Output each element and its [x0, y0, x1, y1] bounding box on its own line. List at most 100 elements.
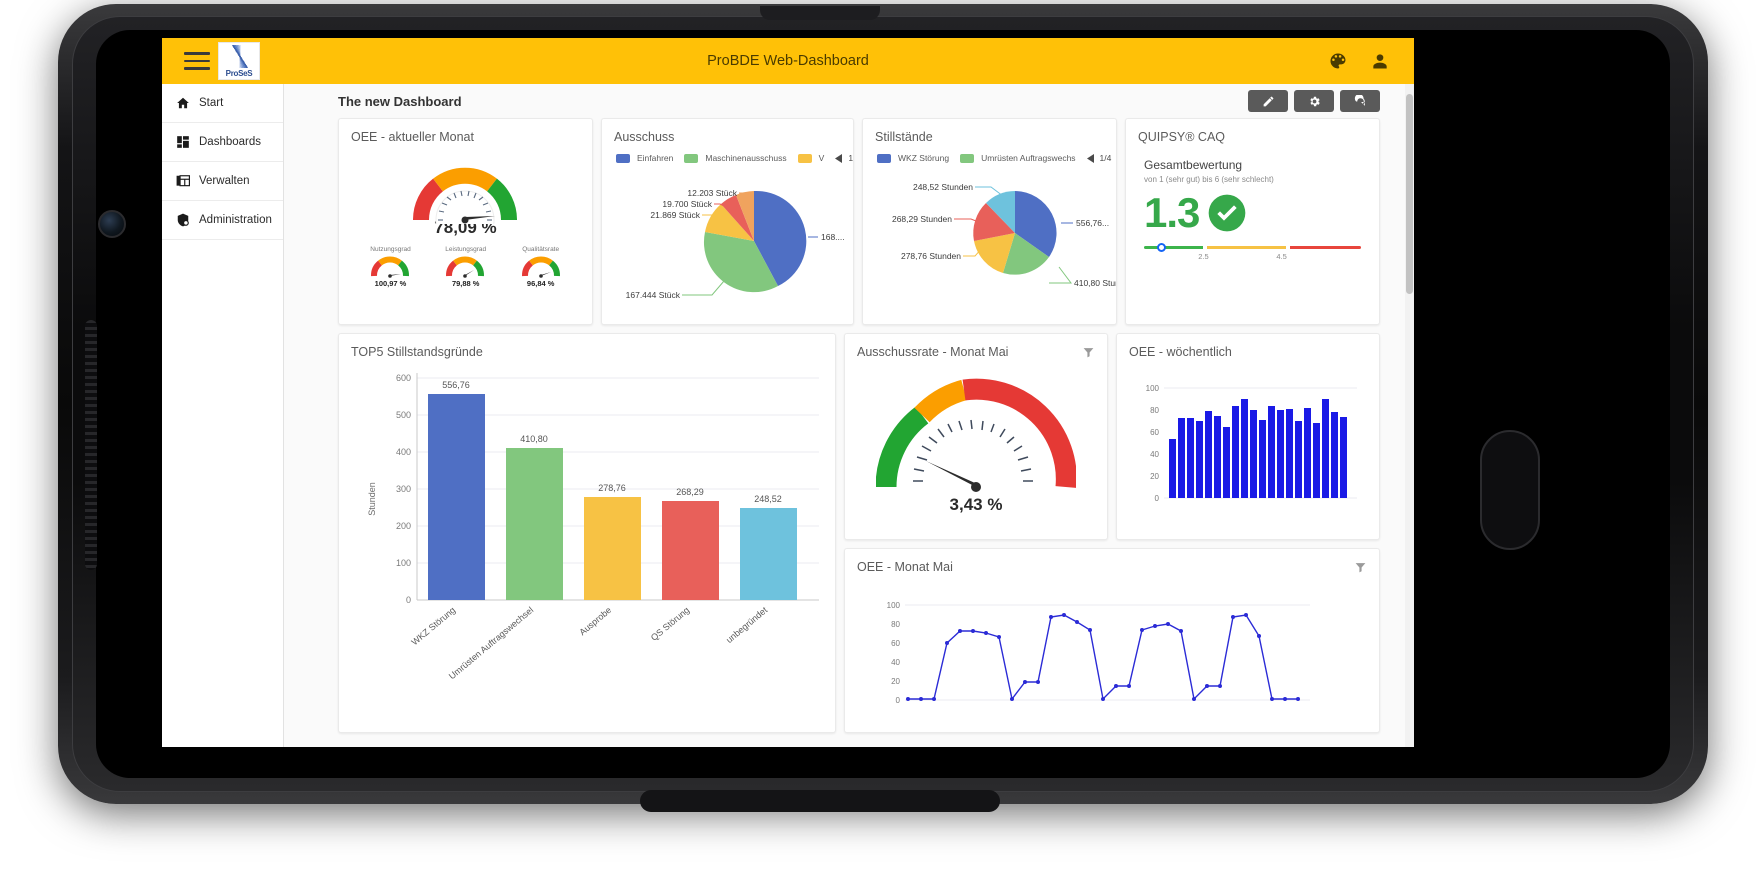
card-ausschuss: Ausschuss Einfahren Maschinenausschuss V [600, 118, 855, 325]
bar [506, 448, 563, 600]
scale-segment-red [1289, 246, 1361, 249]
dashboard-grid-icon [176, 135, 190, 149]
ausschussrate-value: 3,43 % [949, 495, 1003, 514]
dashboard-row-2: TOP5 Stillstandsgründe 600 500 400 300 2… [338, 333, 1380, 733]
subgauge-label: Leistungsgrad [445, 246, 487, 253]
subgauge-value: 96,84 % [526, 279, 555, 288]
sidebar-item-administration[interactable]: Administration [162, 201, 283, 240]
y-tick-label: 40 [1150, 450, 1159, 459]
legend-label: WKZ Störung [898, 153, 950, 163]
bar [740, 508, 797, 600]
bar [1250, 410, 1257, 498]
y-tick-label: 100 [887, 601, 901, 610]
card-title: TOP5 Stillstandsgründe [351, 345, 483, 359]
phone-speaker-grille [85, 320, 97, 570]
sidebar-item-dashboards[interactable]: Dashboards [162, 123, 283, 162]
pie-label: 21.869 Stück [650, 210, 700, 220]
pie-label: 248,52 Stunden [913, 182, 973, 192]
legend-label: V [818, 153, 825, 163]
sidebar-item-verwalten[interactable]: Verwalten [162, 162, 283, 201]
page-indicator: 1/2 [848, 153, 854, 163]
page-title: The new Dashboard [338, 93, 462, 109]
filter-icon[interactable] [1082, 346, 1095, 359]
bar-value-label: 278,76 [598, 483, 626, 493]
subgauge-value: 79,88 % [451, 279, 480, 288]
scrollbar-thumb[interactable] [1406, 94, 1413, 294]
legend-swatch [615, 153, 630, 163]
quipsy-score: 1.3 [1144, 189, 1200, 236]
bar-value-label: 248,52 [754, 494, 782, 504]
hamburger-icon[interactable] [180, 47, 214, 75]
filter-icon[interactable] [1354, 561, 1367, 574]
quipsy-body: Gesamtbewertung von 1 (sehr gut) bis 6 (… [1126, 144, 1379, 264]
phone-home-bar [640, 790, 1000, 812]
settings-button[interactable] [1294, 90, 1334, 112]
bar [1268, 406, 1275, 498]
stillstaende-pie-chart: 248,52 Stunden 268,29 Stunden 278,76 Stu… [863, 163, 1116, 303]
y-tick-label: 300 [396, 484, 411, 494]
logo-fan-graphic [222, 45, 258, 68]
subgauge-value: 100,97 % [374, 279, 407, 288]
y-tick-label: 0 [1155, 494, 1160, 503]
page-indicator: 1/4 [1099, 153, 1112, 163]
refresh-button[interactable] [1340, 90, 1380, 112]
chevron-left-icon[interactable] [1086, 153, 1095, 163]
card-top5: TOP5 Stillstandsgründe 600 500 400 300 2… [338, 333, 836, 733]
sidebar-item-label: Start [199, 97, 224, 109]
bar [1241, 399, 1248, 498]
y-tick-label: 80 [1150, 406, 1159, 415]
ausschussrate-gauge [845, 377, 1107, 493]
phone-right-speaker [1480, 430, 1540, 550]
x-tick-label: QS Störung [649, 605, 691, 643]
bar-value-label: 268,29 [676, 487, 704, 497]
page-header: The new Dashboard [284, 84, 1406, 118]
account-icon[interactable] [1370, 51, 1390, 71]
card-title: Stillstände [875, 130, 933, 144]
stillstaende-pager: 1/4 [1086, 153, 1116, 163]
sidebar-item-start[interactable]: Start [162, 84, 283, 123]
bar [1331, 412, 1338, 498]
pie-label: 168.... [821, 232, 845, 242]
quipsy-heading: Gesamtbewertung [1144, 158, 1243, 172]
subgauge-label: Qualitätsrate [522, 246, 560, 253]
legend-swatch [960, 153, 975, 163]
y-axis-label: Stunden [367, 482, 377, 516]
y-tick-label: 0 [896, 696, 901, 705]
y-tick-label: 60 [891, 639, 900, 648]
sidebar-item-label: Dashboards [199, 136, 262, 148]
bar [1214, 416, 1221, 498]
card-quipsy: QUIPSY® CAQ Gesamtbewertung von 1 (sehr … [1125, 118, 1380, 325]
bar [1304, 408, 1311, 498]
stillstaende-legend: WKZ Störung Umrüsten Auftragswechs 1/4 [863, 144, 1116, 163]
legend-swatch [877, 153, 892, 163]
bar [1196, 421, 1203, 498]
chevron-left-icon[interactable] [835, 153, 843, 163]
bar [1340, 417, 1347, 498]
card-stillstaende: Stillstände WKZ Störung Umrüsten Auftrag… [862, 118, 1118, 325]
card-oee-may: OEE - Monat Mai 100 80 60 40 20 0 [844, 548, 1380, 733]
legend-label: Einfahren [636, 153, 674, 163]
quipsy-scale-knob[interactable] [1157, 243, 1167, 252]
card-oee-month: OEE - aktueller Monat 78,09 % Nutzungsgr… [338, 118, 593, 325]
card-title: Ausschuss [613, 130, 675, 144]
scale-segment-green [1144, 246, 1204, 249]
bar [1322, 399, 1329, 498]
phone-top-notch [760, 6, 880, 20]
edit-button[interactable] [1248, 90, 1288, 112]
y-tick-label: 100 [396, 558, 411, 568]
dashboard-content: The new Dashboard OEE - aktueller Monat [284, 84, 1406, 747]
pie-label: 19.700 Stück [662, 199, 712, 209]
card-ausschussrate: Ausschussrate - Monat Mai 3,43 % [844, 333, 1108, 540]
scrollbar-track[interactable] [1405, 84, 1414, 747]
quipsy-scale[interactable]: 2.5 4.5 [1144, 243, 1361, 264]
card-oee-weekly: OEE - wöchentlich 100 80 60 40 20 0 [1116, 333, 1380, 540]
oee-gauge [339, 158, 592, 224]
x-tick-label: Umrüsten Auftragswechsel [447, 605, 535, 681]
bar-value-label: 410,80 [520, 434, 548, 444]
dashboard-row-2b: Ausschussrate - Monat Mai 3,43 % OEE - w… [844, 333, 1380, 540]
bar [1259, 420, 1266, 498]
bar-value-label: 556,76 [442, 380, 470, 390]
bar [1232, 406, 1239, 498]
palette-icon[interactable] [1328, 51, 1348, 71]
oee-weekly-bar-chart: 100 80 60 40 20 0 [1117, 359, 1379, 529]
